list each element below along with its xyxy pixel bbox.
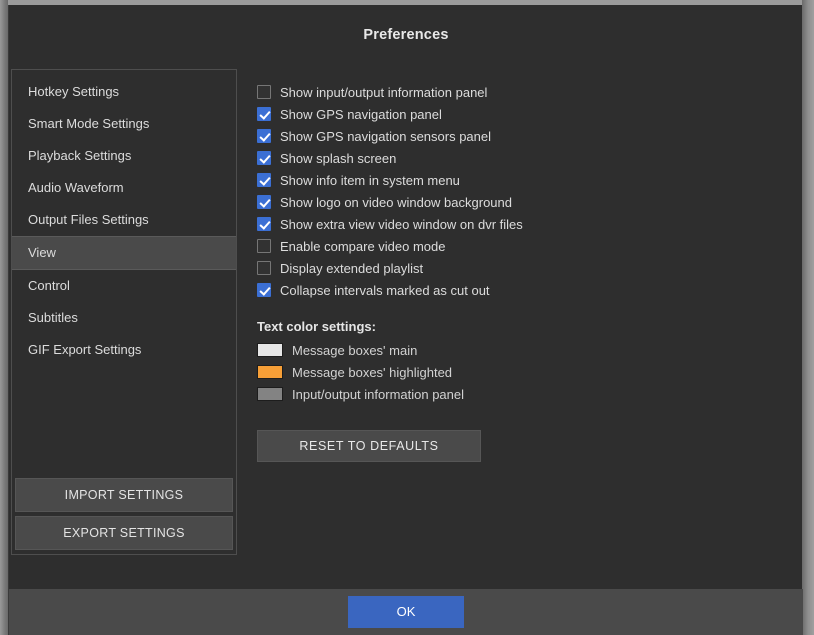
ok-button[interactable]: OK	[348, 596, 464, 628]
sidebar-item-audio-waveform[interactable]: Audio Waveform	[12, 172, 236, 204]
view-option-label: Display extended playlist	[280, 260, 424, 276]
checkbox-checked-icon[interactable]	[257, 107, 271, 121]
desktop-strip-left	[0, 0, 8, 635]
checkbox-checked-icon[interactable]	[257, 217, 271, 231]
sidebar-item-subtitles[interactable]: Subtitles	[12, 302, 236, 334]
dialog-footer: OK	[9, 589, 803, 635]
checkbox-checked-icon[interactable]	[257, 283, 271, 297]
view-options-list: Show input/output information panel Show …	[257, 81, 777, 301]
view-option-label: Show extra view video window on dvr file…	[280, 216, 523, 232]
text-color-row[interactable]: Message boxes' main	[257, 340, 777, 360]
text-color-row[interactable]: Input/output information panel	[257, 384, 777, 404]
view-option-row[interactable]: Show GPS navigation sensors panel	[257, 125, 777, 147]
sidebar-action-buttons: IMPORT SETTINGS EXPORT SETTINGS	[12, 478, 236, 554]
desktop-strip-right	[802, 0, 814, 635]
sidebar-item-output-files-settings[interactable]: Output Files Settings	[12, 204, 236, 236]
settings-sidebar: Hotkey Settings Smart Mode Settings Playba…	[11, 69, 237, 555]
color-swatch[interactable]	[257, 365, 283, 379]
sidebar-item-playback-settings[interactable]: Playback Settings	[12, 140, 236, 172]
checkbox-checked-icon[interactable]	[257, 195, 271, 209]
color-swatch[interactable]	[257, 387, 283, 401]
text-color-label: Input/output information panel	[292, 386, 465, 402]
preferences-dialog: Preferences Hotkey Settings Smart Mode Se…	[8, 5, 803, 635]
view-option-row[interactable]: Show logo on video window background	[257, 191, 777, 213]
sidebar-item-gif-export-settings[interactable]: GIF Export Settings	[12, 334, 236, 366]
sidebar-item-control[interactable]: Control	[12, 270, 236, 302]
view-option-row[interactable]: Show GPS navigation panel	[257, 103, 777, 125]
import-settings-button[interactable]: IMPORT SETTINGS	[15, 478, 233, 512]
view-option-row[interactable]: Show info item in system menu	[257, 169, 777, 191]
view-option-label: Show GPS navigation panel	[280, 106, 442, 122]
view-option-row[interactable]: Collapse intervals marked as cut out	[257, 279, 777, 301]
checkbox-unchecked-icon[interactable]	[257, 85, 271, 99]
view-option-row[interactable]: Show extra view video window on dvr file…	[257, 213, 777, 235]
checkbox-checked-icon[interactable]	[257, 129, 271, 143]
view-option-label: Show logo on video window background	[280, 194, 512, 210]
text-color-settings-heading: Text color settings:	[257, 319, 376, 334]
view-option-label: Show splash screen	[280, 150, 397, 166]
view-option-label: Show GPS navigation sensors panel	[280, 128, 492, 144]
text-color-label: Message boxes' highlighted	[292, 364, 453, 380]
text-color-settings-section: Text color settings: Message boxes' main…	[257, 319, 777, 404]
view-option-row[interactable]: Display extended playlist	[257, 257, 777, 279]
page-title: Preferences	[363, 27, 449, 43]
view-option-row[interactable]: Show input/output information panel	[257, 81, 777, 103]
view-settings-pane: Show input/output information panel Show …	[257, 81, 777, 462]
sidebar-item-hotkey-settings[interactable]: Hotkey Settings	[12, 76, 236, 108]
checkbox-unchecked-icon[interactable]	[257, 239, 271, 253]
view-option-label: Show input/output information panel	[280, 84, 488, 100]
view-option-row[interactable]: Show splash screen	[257, 147, 777, 169]
sidebar-item-smart-mode-settings[interactable]: Smart Mode Settings	[12, 108, 236, 140]
text-color-row[interactable]: Message boxes' highlighted	[257, 362, 777, 382]
view-option-row[interactable]: Enable compare video mode	[257, 235, 777, 257]
view-option-label: Enable compare video mode	[280, 238, 446, 254]
checkbox-unchecked-icon[interactable]	[257, 261, 271, 275]
checkbox-checked-icon[interactable]	[257, 173, 271, 187]
export-settings-button[interactable]: EXPORT SETTINGS	[15, 516, 233, 550]
sidebar-category-list: Hotkey Settings Smart Mode Settings Playba…	[12, 70, 236, 366]
text-color-label: Message boxes' main	[292, 342, 418, 358]
color-swatch[interactable]	[257, 343, 283, 357]
view-option-label: Show info item in system menu	[280, 172, 460, 188]
checkbox-checked-icon[interactable]	[257, 151, 271, 165]
text-color-list: Message boxes' main Message boxes' highli…	[257, 340, 777, 404]
reset-to-defaults-button[interactable]: RESET TO DEFAULTS	[257, 430, 481, 462]
sidebar-item-view[interactable]: View	[12, 236, 236, 270]
view-option-label: Collapse intervals marked as cut out	[280, 282, 490, 298]
